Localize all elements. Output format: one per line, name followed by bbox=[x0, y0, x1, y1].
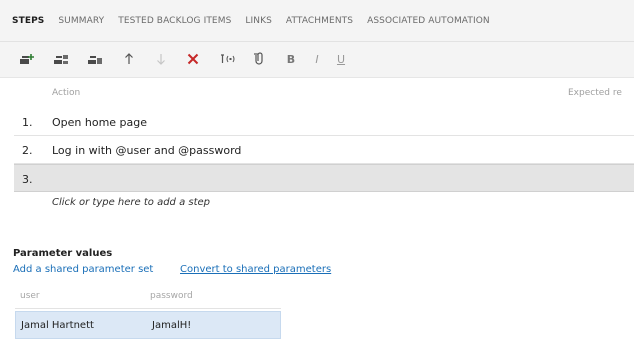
attachment-icon[interactable] bbox=[250, 51, 268, 67]
steps-toolbar: B I U bbox=[0, 42, 634, 78]
parameter-header-divider bbox=[15, 308, 281, 309]
tab-associated-automation[interactable]: ASSOCIATED AUTOMATION bbox=[367, 16, 490, 26]
add-step-hint[interactable]: Click or type here to add a step bbox=[52, 197, 210, 208]
insert-step-icon[interactable] bbox=[18, 51, 36, 67]
column-header-action: Action bbox=[52, 88, 81, 98]
step-number: 2. bbox=[22, 144, 33, 157]
insert-parameter-icon[interactable] bbox=[218, 51, 236, 67]
parameter-column-user: user bbox=[20, 291, 40, 301]
parameter-user-value[interactable]: Jamal Hartnett bbox=[21, 320, 94, 331]
create-shared-steps-icon[interactable] bbox=[86, 51, 104, 67]
convert-to-shared-parameters-link[interactable]: Convert to shared parameters bbox=[180, 264, 331, 275]
tab-attachments[interactable]: ATTACHMENTS bbox=[286, 16, 353, 26]
step-action-text[interactable]: Log in with @user and @password bbox=[52, 144, 241, 157]
parameter-row-selected[interactable]: Jamal Hartnett JamalH! bbox=[15, 311, 281, 339]
delete-step-icon[interactable] bbox=[184, 51, 202, 67]
underline-icon[interactable]: U bbox=[332, 51, 350, 67]
tab-links[interactable]: LINKS bbox=[245, 16, 272, 26]
parameter-password-value[interactable]: JamalH! bbox=[152, 320, 191, 331]
tab-summary[interactable]: SUMMARY bbox=[58, 16, 104, 26]
move-down-icon[interactable] bbox=[152, 51, 170, 67]
italic-icon[interactable]: I bbox=[308, 51, 326, 67]
step-action-text[interactable]: Open home page bbox=[52, 116, 147, 129]
column-header-expected-result: Expected re bbox=[568, 88, 622, 98]
step-number: 3. bbox=[22, 173, 33, 186]
insert-shared-steps-icon[interactable] bbox=[52, 51, 70, 67]
test-case-editor: STEPS SUMMARY TESTED BACKLOG ITEMS LINKS… bbox=[0, 0, 634, 341]
tab-bar: STEPS SUMMARY TESTED BACKLOG ITEMS LINKS… bbox=[0, 0, 634, 42]
step-row[interactable]: 1. Open home page bbox=[14, 108, 634, 136]
parameter-column-password: password bbox=[150, 291, 193, 301]
step-row[interactable]: 2. Log in with @user and @password bbox=[14, 136, 634, 164]
step-row-selected[interactable]: 3. bbox=[14, 164, 634, 192]
parameter-values-title: Parameter values bbox=[13, 248, 113, 259]
step-number: 1. bbox=[22, 116, 33, 129]
move-up-icon[interactable] bbox=[120, 51, 138, 67]
tab-steps[interactable]: STEPS bbox=[12, 16, 44, 26]
bold-icon[interactable]: B bbox=[282, 51, 300, 67]
tab-tested-backlog-items[interactable]: TESTED BACKLOG ITEMS bbox=[118, 16, 231, 26]
add-shared-parameter-set-link[interactable]: Add a shared parameter set bbox=[13, 264, 153, 275]
